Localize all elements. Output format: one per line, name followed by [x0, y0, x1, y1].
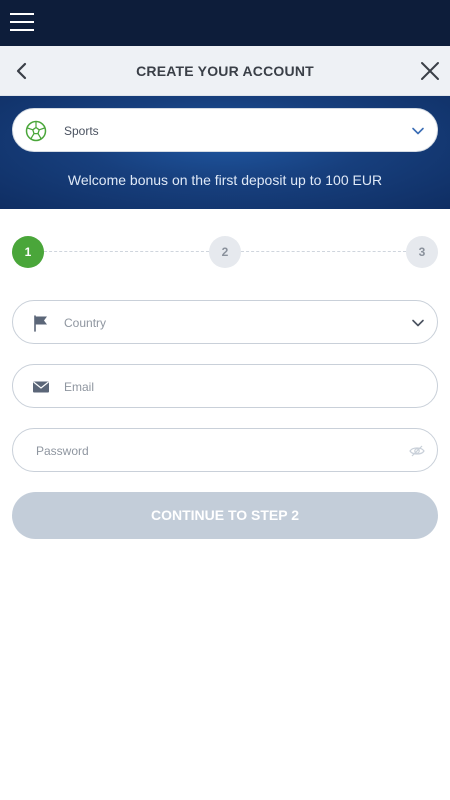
- password-field[interactable]: Password: [12, 428, 438, 472]
- password-placeholder: Password: [36, 444, 89, 458]
- continue-button[interactable]: CONTINUE TO STEP 2: [12, 492, 438, 539]
- close-icon[interactable]: [418, 59, 442, 83]
- step-2: 2: [209, 236, 241, 268]
- step-connector: [241, 251, 406, 252]
- envelope-icon: [32, 378, 50, 396]
- bonus-text: Welcome bonus on the first deposit up to…: [67, 172, 383, 188]
- step-connector: [44, 251, 209, 252]
- bonus-banner: Sports Welcome bonus on the first deposi…: [0, 96, 450, 209]
- chevron-down-icon: [411, 124, 425, 138]
- page-header: CREATE YOUR ACCOUNT: [0, 46, 450, 96]
- soccer-ball-icon: [25, 120, 47, 142]
- sport-select[interactable]: Sports: [12, 108, 438, 152]
- top-bar: [0, 0, 450, 46]
- country-placeholder: Country: [64, 316, 107, 330]
- email-field[interactable]: Email: [12, 364, 438, 408]
- sport-select-value: Sports: [64, 124, 99, 138]
- step-1: 1: [12, 236, 44, 268]
- flag-icon: [32, 314, 50, 332]
- country-select[interactable]: Country: [12, 300, 438, 344]
- step-indicator: 1 2 3: [12, 236, 438, 268]
- eye-icon[interactable]: [409, 444, 425, 458]
- page-title: CREATE YOUR ACCOUNT: [136, 63, 314, 79]
- step-3: 3: [406, 236, 438, 268]
- hamburger-icon[interactable]: [10, 11, 34, 33]
- email-placeholder: Email: [64, 380, 95, 394]
- chevron-down-icon: [411, 316, 425, 330]
